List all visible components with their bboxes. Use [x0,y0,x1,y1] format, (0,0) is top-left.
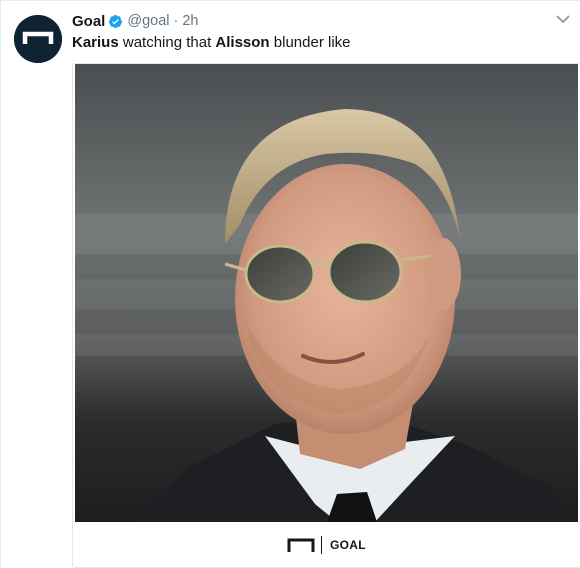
goal-logo-icon [14,15,62,63]
tweet-text: Karius watching that Alisson blunder lik… [72,33,351,53]
footer-divider [321,536,322,554]
author-name[interactable]: Goal [72,13,105,30]
tweet-text-part: watching that [118,34,216,51]
timestamp-link[interactable]: 2h [182,13,198,29]
footer-brand: GOAL [287,536,366,554]
top-divider [0,0,580,1]
tweet-header: Goal @goal · 2h [72,11,198,31]
left-divider [0,0,1,568]
media-card[interactable]: GOAL [72,63,580,568]
tweet[interactable]: Goal @goal · 2h Karius watching that Ali… [0,0,580,568]
tweet-text-part: Karius [72,34,119,51]
footer-brand-text: GOAL [330,538,366,552]
separator-dot: · [173,13,179,29]
tweet-text-part: Alisson [215,34,270,51]
tweet-text-part: blunder like [269,34,351,51]
photo-image [75,64,578,522]
goal-logo-icon [287,538,315,552]
verified-badge-icon [109,14,123,28]
chevron-down-icon[interactable] [554,10,572,28]
card-footer: GOAL [73,522,580,567]
avatar[interactable] [14,15,62,63]
tweet-photo[interactable] [75,64,578,522]
author-handle[interactable]: @goal [127,13,169,29]
